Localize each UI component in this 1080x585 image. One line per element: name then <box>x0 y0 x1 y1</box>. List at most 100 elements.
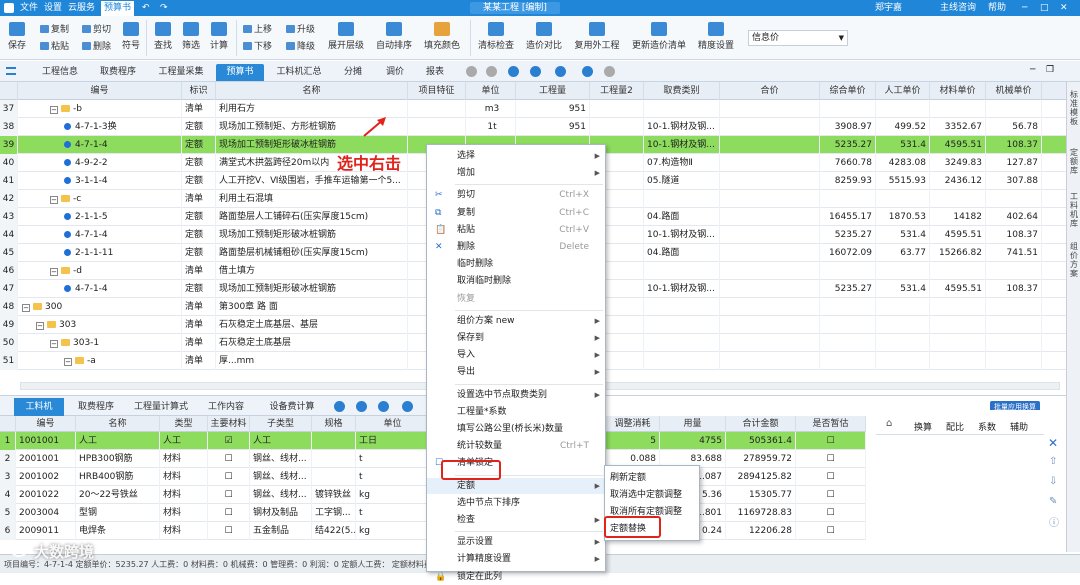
code-cell[interactable]: 3-1-1-4 <box>18 172 182 190</box>
cell-lab[interactable]: 531.4 <box>876 280 930 298</box>
table-row[interactable]: 37− -b 清单 利用石方 m3 951 <box>0 100 1066 118</box>
empty-cell[interactable] <box>590 100 644 118</box>
code-cell[interactable]: − -d <box>18 262 182 280</box>
cell-name[interactable]: 现场加工预制矩形破冰桩钢筋 <box>216 280 408 298</box>
cell-tag[interactable]: 清单 <box>182 190 216 208</box>
collapse-toggle-icon[interactable]: − <box>22 304 30 312</box>
cell-mach[interactable]: 108.37 <box>986 280 1042 298</box>
cell-name[interactable]: 厚...mm <box>216 352 408 370</box>
column-header[interactable] <box>0 416 16 432</box>
material-row[interactable]: 1 1001001 人工 人工 ☑ 人工 工日 <box>0 432 430 450</box>
tab-price-adjust[interactable]: 调价 <box>378 64 412 81</box>
material-row-right[interactable]: 5 4755 505361.4 ☐ <box>606 432 866 450</box>
cell-lab[interactable]: 1870.53 <box>876 208 930 226</box>
fill-color-button[interactable]: 填充颜色 <box>422 22 462 51</box>
context-menu-item[interactable]: 导出 ▶ <box>427 364 605 380</box>
cell-mach[interactable]: 108.37 <box>986 226 1042 244</box>
context-menu-item[interactable]: 组价方案 new ▶ <box>427 313 605 329</box>
info-price-dropdown[interactable]: 信息价 ▼ <box>748 30 848 46</box>
column-header[interactable]: 机械单价 <box>986 82 1042 100</box>
code-cell[interactable]: 2-1-1-5 <box>18 208 182 226</box>
context-menu-item[interactable]: 取消临时删除 <box>427 273 605 289</box>
menu-budget[interactable]: 预算书 <box>101 1 135 16</box>
cell-cat[interactable]: 10-1.钢材及钢... <box>644 118 720 136</box>
cell-tag[interactable]: 定额 <box>182 136 216 154</box>
context-menu-item[interactable]: 🔒 锁定在此列 <box>427 569 605 585</box>
empty-cell[interactable] <box>720 244 820 262</box>
empty-cell[interactable] <box>720 316 820 334</box>
tab-mix[interactable]: 配比 <box>946 420 964 433</box>
code-cell[interactable]: 2-1-1-11 <box>18 244 182 262</box>
tab-bottom-fee[interactable]: 取费程序 <box>70 398 122 416</box>
eraser-icon[interactable]: ✎ <box>1049 496 1057 507</box>
context-menu-item[interactable]: 📋 粘贴 Ctrl+V <box>427 222 605 238</box>
cell-lab[interactable] <box>876 190 930 208</box>
cell-mat[interactable]: 15266.82 <box>930 244 986 262</box>
cell-lab[interactable] <box>876 262 930 280</box>
cell-tag[interactable]: 定额 <box>182 280 216 298</box>
cell-cat[interactable]: 04.路面 <box>644 208 720 226</box>
cell-unit[interactable]: m3 <box>466 100 516 118</box>
empty-cell[interactable] <box>720 352 820 370</box>
cell-mach[interactable]: 56.78 <box>986 118 1042 136</box>
cell-cat[interactable]: 10-1.钢材及钢... <box>644 280 720 298</box>
column-header[interactable]: 用量 <box>660 416 726 432</box>
cell-cat[interactable] <box>644 334 720 352</box>
cell-qty[interactable]: 951 <box>516 100 590 118</box>
cell-tag[interactable]: 定额 <box>182 118 216 136</box>
empty-cell[interactable] <box>720 172 820 190</box>
code-cell[interactable]: − -a <box>18 352 182 370</box>
find-button[interactable]: 查找 <box>152 22 174 51</box>
estimate-checkbox[interactable]: ☐ <box>796 486 866 504</box>
arrow-up-icon[interactable]: ⇧ <box>1049 456 1057 467</box>
cell-u[interactable] <box>820 352 876 370</box>
cell-u[interactable] <box>820 334 876 352</box>
cell-lab[interactable]: 5515.93 <box>876 172 930 190</box>
context-menu-item[interactable]: ⧉ 复制 Ctrl+C <box>427 205 605 221</box>
column-header[interactable]: 工程量2 <box>590 82 644 100</box>
column-header[interactable]: 取费类别 <box>644 82 720 100</box>
context-menu-item[interactable]: 选择 ▶ <box>427 148 605 164</box>
empty-cell[interactable] <box>720 100 820 118</box>
tool-circle-icon[interactable] <box>334 401 345 412</box>
code-cell[interactable]: − 303-1 <box>18 334 182 352</box>
cell-cat[interactable]: 07.构造物Ⅱ <box>644 154 720 172</box>
tab-work-content[interactable]: 工作内容 <box>200 398 252 416</box>
cell-lab[interactable]: 499.52 <box>876 118 930 136</box>
tab-auxiliary[interactable]: 辅助 <box>1010 420 1028 433</box>
tab-budget[interactable]: 预算书 <box>216 64 264 81</box>
material-row[interactable]: 2 2001001 HPB300钢筋 材料 ☐ 钢丝、线材... t <box>0 450 430 468</box>
empty-cell[interactable] <box>720 226 820 244</box>
cell-mat[interactable]: 4595.51 <box>930 136 986 154</box>
undo-icon[interactable]: ↶ <box>142 2 150 14</box>
cell-mat[interactable]: 14182 <box>930 208 986 226</box>
clear-check-button[interactable]: 清标检查 <box>476 22 516 51</box>
user-name[interactable]: 郑宇嘉 <box>875 2 902 14</box>
auto-sort-button[interactable]: 自动排序 <box>374 22 414 51</box>
submenu-item[interactable]: 取消选中定额调整 <box>605 487 699 503</box>
cell-cat[interactable] <box>644 100 720 118</box>
column-header[interactable]: 子类型 <box>250 416 312 432</box>
cell-u[interactable] <box>820 100 876 118</box>
cell-mat[interactable]: 4595.51 <box>930 280 986 298</box>
context-menu-item[interactable]: 增加 ▶ <box>427 165 605 181</box>
code-cell[interactable]: − -b <box>18 100 182 118</box>
cell-mach[interactable] <box>986 298 1042 316</box>
sidebar-quota-lib[interactable]: 定额库 <box>1069 148 1079 175</box>
cell-mat[interactable] <box>930 316 986 334</box>
cell-name[interactable]: 现场加工预制矩形破冰桩钢筋 <box>216 226 408 244</box>
collapse-toggle-icon[interactable]: − <box>36 322 44 330</box>
copy-button[interactable]: 复制 <box>40 24 69 36</box>
cell-u[interactable]: 8259.93 <box>820 172 876 190</box>
panel-minimize-icon[interactable]: ─ <box>1030 65 1035 75</box>
cell-mat[interactable]: 2436.12 <box>930 172 986 190</box>
reuse-project-button[interactable]: 复用外工程 <box>572 22 622 51</box>
arrow-down-icon[interactable]: ⇩ <box>1049 476 1057 487</box>
cell-tag[interactable]: 定额 <box>182 226 216 244</box>
cell-u[interactable] <box>820 316 876 334</box>
column-header[interactable]: 单位 <box>466 82 516 100</box>
cell-lab[interactable] <box>876 298 930 316</box>
column-header[interactable] <box>0 82 18 100</box>
home-icon[interactable]: ⌂ <box>886 418 892 429</box>
cell-name[interactable]: 路面垫层人工铺碎石(压实厚度15cm) <box>216 208 408 226</box>
